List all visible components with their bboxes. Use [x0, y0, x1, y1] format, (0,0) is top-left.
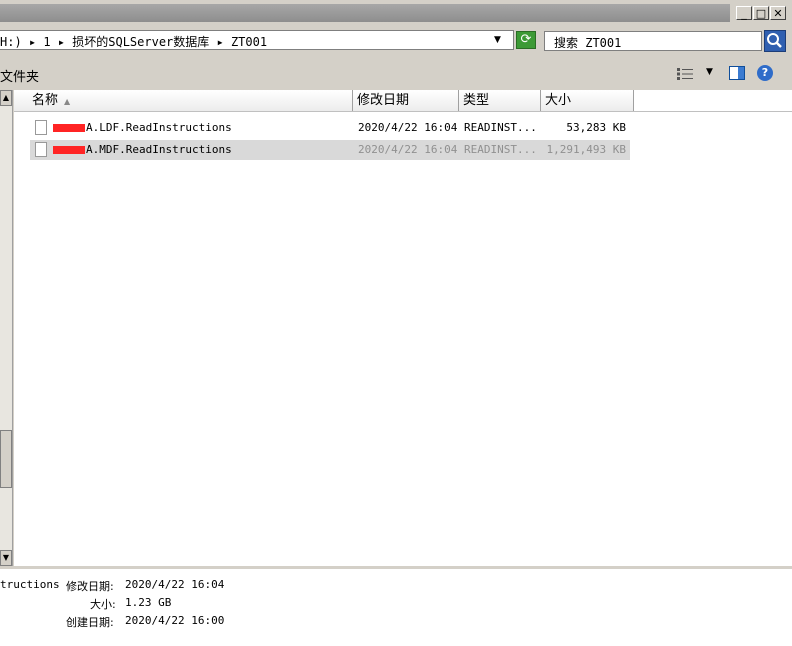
- title-bar: _ □ ✕: [0, 0, 792, 26]
- column-type-label: 类型: [463, 93, 490, 108]
- search-input[interactable]: 搜索 ZT001: [544, 31, 762, 51]
- file-modified: 2020/4/22 16:04: [358, 143, 458, 156]
- views-dropdown-icon[interactable]: ▼: [706, 67, 713, 77]
- close-button[interactable]: ✕: [770, 6, 786, 20]
- file-icon: [35, 120, 47, 135]
- file-size: 1,291,493 KB: [546, 143, 626, 156]
- nav-pane-scrollbar[interactable]: ▲ ▼: [0, 90, 13, 566]
- search-placeholder: 搜索 ZT001: [554, 36, 622, 50]
- column-name[interactable]: 名称 ▲: [14, 90, 353, 111]
- column-header: 名称 ▲ 修改日期 类型 大小: [14, 90, 792, 112]
- file-row[interactable]: A.LDF.ReadInstructions 2020/4/22 16:04 R…: [30, 118, 630, 138]
- search-icon-glyph: [767, 33, 782, 48]
- search-icon[interactable]: [764, 30, 786, 52]
- column-modified-label: 修改日期: [357, 93, 410, 108]
- maximize-button[interactable]: □: [753, 6, 769, 20]
- folders-label[interactable]: 文件夹: [0, 66, 39, 85]
- file-name[interactable]: A.LDF.ReadInstructions: [86, 121, 232, 134]
- sort-ascending-icon: ▲: [64, 97, 71, 106]
- column-modified[interactable]: 修改日期: [353, 90, 459, 111]
- column-size-label: 大小: [545, 93, 572, 108]
- scroll-thumb[interactable]: [0, 430, 12, 488]
- address-bar[interactable]: H:) ▸ 1 ▸ 损坏的SQLServer数据库 ▸ ZT001 ▼: [0, 30, 514, 50]
- file-row-selected[interactable]: A.MDF.ReadInstructions 2020/4/22 16:04 R…: [30, 140, 630, 160]
- redaction-mark: [53, 124, 85, 132]
- title-bar-strip: [0, 4, 730, 22]
- refresh-icon[interactable]: ⟳: [516, 31, 536, 49]
- file-size: 53,283 KB: [566, 121, 626, 134]
- details-size-label: 大小:: [90, 598, 116, 611]
- address-dropdown-icon[interactable]: ▼: [494, 35, 501, 45]
- details-pane: tructions 修改日期: 2020/4/22 16:04 大小: 1.23…: [0, 566, 792, 646]
- help-icon[interactable]: ?: [757, 65, 773, 81]
- scroll-up-icon[interactable]: ▲: [0, 90, 12, 106]
- file-name[interactable]: A.MDF.ReadInstructions: [86, 143, 232, 156]
- file-icon: [35, 142, 47, 157]
- file-type: READINST...: [464, 121, 537, 134]
- command-bar: 文件夹: [0, 60, 792, 88]
- details-size-value: 1.23 GB: [125, 596, 172, 609]
- column-type[interactable]: 类型: [459, 90, 541, 111]
- details-file-name: tructions: [0, 578, 60, 591]
- file-modified: 2020/4/22 16:04: [358, 121, 458, 134]
- views-icon[interactable]: [677, 68, 693, 80]
- details-created-value: 2020/4/22 16:00: [125, 614, 225, 627]
- file-list[interactable]: [14, 90, 792, 566]
- file-type: READINST...: [464, 143, 537, 156]
- redaction-mark: [53, 146, 85, 154]
- column-size[interactable]: 大小: [541, 90, 634, 111]
- scroll-down-icon[interactable]: ▼: [0, 550, 12, 566]
- preview-pane-icon[interactable]: [729, 66, 745, 80]
- details-created-label: 创建日期:: [66, 616, 114, 629]
- minimize-button[interactable]: _: [736, 6, 752, 20]
- column-name-label: 名称: [32, 93, 59, 108]
- details-modified-value: 2020/4/22 16:04: [125, 578, 225, 591]
- address-path[interactable]: H:) ▸ 1 ▸ 损坏的SQLServer数据库 ▸ ZT001: [0, 33, 267, 50]
- details-modified-label: 修改日期:: [66, 580, 114, 593]
